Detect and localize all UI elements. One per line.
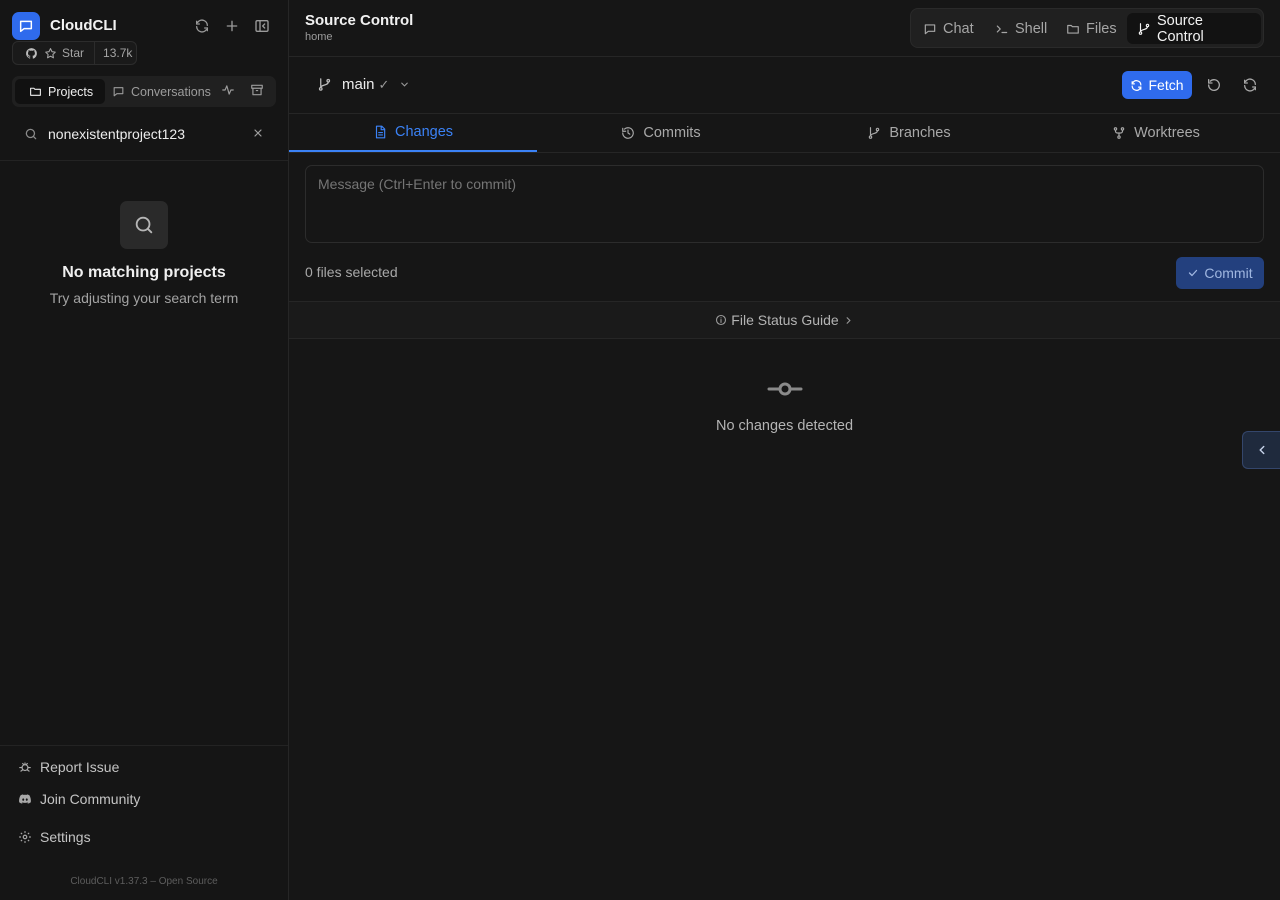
git-fork-icon xyxy=(1112,126,1126,140)
file-status-guide-toggle[interactable]: File Status Guide xyxy=(289,301,1280,339)
github-icon xyxy=(25,47,38,60)
terminal-icon xyxy=(995,22,1009,36)
divider xyxy=(289,56,1280,57)
file-text-icon xyxy=(373,125,387,139)
folder-icon xyxy=(1066,22,1080,36)
git-branch-icon xyxy=(1137,22,1151,36)
star-icon xyxy=(44,47,57,60)
page-subtitle: home xyxy=(305,31,333,43)
tab-projects[interactable]: Projects xyxy=(15,79,105,104)
chat-icon xyxy=(112,85,125,98)
commit-message-input[interactable] xyxy=(305,165,1264,243)
tab-commits[interactable]: Commits xyxy=(537,114,785,152)
tab-worktrees-label: Worktrees xyxy=(1134,125,1200,141)
archive-icon[interactable] xyxy=(250,83,264,97)
star-count: 13.7k xyxy=(94,42,132,64)
git-branch-icon xyxy=(317,77,332,92)
activity-icon[interactable] xyxy=(221,83,235,97)
tab-shell-label: Shell xyxy=(1015,20,1048,37)
branch-selector[interactable]: main ✓ xyxy=(317,76,420,93)
star-label: Star xyxy=(62,46,85,60)
tab-chat[interactable]: Chat xyxy=(913,13,984,44)
files-selected-count: 0 files selected xyxy=(305,264,398,280)
version-text: CloudCLI v1.37.3 – Open Source xyxy=(70,876,218,887)
fetch-button[interactable]: Fetch xyxy=(1122,71,1192,99)
divider xyxy=(289,152,1280,153)
discord-icon xyxy=(18,792,32,806)
tab-files[interactable]: Files xyxy=(1056,13,1127,44)
report-issue-link[interactable]: Report Issue xyxy=(18,759,119,775)
chevron-left-icon xyxy=(1255,443,1269,457)
info-icon xyxy=(715,314,727,326)
tab-chat-label: Chat xyxy=(943,20,974,37)
chevron-down-icon xyxy=(399,79,410,90)
git-commit-icon xyxy=(767,378,803,400)
tab-commits-label: Commits xyxy=(643,125,701,141)
gear-icon xyxy=(18,830,32,844)
tab-changes[interactable]: Changes xyxy=(289,114,537,152)
expand-panel-button[interactable] xyxy=(1242,431,1280,469)
tab-worktrees[interactable]: Worktrees xyxy=(1032,114,1280,152)
refresh-icon xyxy=(1130,79,1143,92)
empty-state-subtitle: Try adjusting your search term xyxy=(49,290,239,306)
app-title: CloudCLI xyxy=(50,17,117,34)
tab-branches[interactable]: Branches xyxy=(785,114,1033,152)
branch-status: ✓ xyxy=(378,76,390,92)
tab-source-control[interactable]: Source Control xyxy=(1127,12,1261,45)
clear-search-icon[interactable] xyxy=(252,127,264,139)
file-status-guide-label: File Status Guide xyxy=(731,312,839,328)
sidebar: CloudCLI Star 13.7k Projects Conversatio xyxy=(0,0,289,900)
folder-icon xyxy=(29,85,42,98)
history-icon xyxy=(621,126,635,140)
search-icon xyxy=(24,127,38,141)
empty-search-icon xyxy=(120,201,168,249)
tab-shell[interactable]: Shell xyxy=(985,13,1057,44)
page-title: Source Control xyxy=(305,12,414,29)
chevron-right-icon xyxy=(843,315,854,326)
no-changes-text: No changes detected xyxy=(715,418,854,434)
settings-label: Settings xyxy=(40,829,91,845)
tab-conversations[interactable]: Conversations xyxy=(112,79,220,104)
divider xyxy=(0,745,288,746)
divider xyxy=(0,160,288,161)
undo-icon[interactable] xyxy=(1205,76,1223,94)
empty-state-title: No matching projects xyxy=(62,264,226,281)
git-branch-icon xyxy=(867,126,881,140)
settings-link[interactable]: Settings xyxy=(18,829,91,845)
main-panel: Source Control home Chat Shell Files Sou… xyxy=(289,0,1280,900)
app-logo xyxy=(12,12,40,40)
refresh-icon[interactable] xyxy=(192,16,212,36)
tab-branches-label: Branches xyxy=(889,125,951,141)
tab-conversations-label: Conversations xyxy=(131,84,211,99)
collapse-sidebar-icon[interactable] xyxy=(252,16,272,36)
check-icon xyxy=(1187,267,1199,279)
project-search xyxy=(12,118,276,150)
sidebar-segment-tabs: Projects Conversations xyxy=(12,76,276,107)
branch-name: main xyxy=(342,76,375,93)
report-issue-label: Report Issue xyxy=(40,759,120,775)
tab-source-control-label: Source Control xyxy=(1157,12,1204,45)
chat-icon xyxy=(923,22,937,36)
join-community-label: Join Community xyxy=(40,791,141,807)
commit-label: Commit xyxy=(1204,265,1253,281)
tab-files-label: Files xyxy=(1086,20,1117,37)
tab-projects-label: Projects xyxy=(48,84,94,99)
view-tabs: Chat Shell Files Source Control xyxy=(910,8,1264,48)
refresh-icon[interactable] xyxy=(1241,76,1259,94)
commit-button[interactable]: Commit xyxy=(1176,257,1264,289)
project-search-input[interactable] xyxy=(48,124,248,144)
tab-changes-label: Changes xyxy=(394,124,454,140)
fetch-label: Fetch xyxy=(1148,77,1184,93)
new-project-icon[interactable] xyxy=(222,16,242,36)
join-community-link[interactable]: Join Community xyxy=(18,791,140,807)
bug-icon xyxy=(18,760,32,774)
github-star-button[interactable]: Star 13.7k xyxy=(12,41,137,65)
